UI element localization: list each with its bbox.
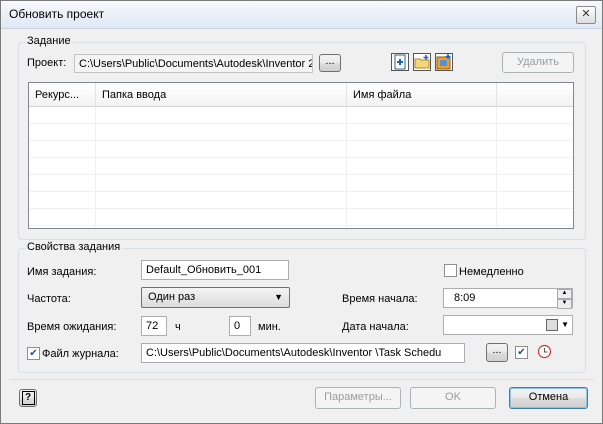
table-row[interactable] bbox=[29, 107, 573, 124]
update-project-dialog: Обновить проект ✕ Задание Проект: C:\Use… bbox=[0, 0, 603, 424]
immediately-label: Немедленно bbox=[459, 266, 524, 278]
help-button[interactable]: ? bbox=[19, 389, 37, 407]
add-project-icon[interactable] bbox=[435, 53, 453, 71]
column-header-empty bbox=[497, 83, 573, 107]
wait-hours-input[interactable]: 72 bbox=[141, 316, 167, 336]
frequency-label: Частота: bbox=[27, 293, 71, 305]
start-time-spinner[interactable]: ▲ ▼ bbox=[557, 289, 572, 309]
table-row[interactable] bbox=[29, 175, 573, 192]
calendar-icon[interactable] bbox=[546, 319, 558, 331]
files-table[interactable]: Рекурс... Папка ввода Имя файла bbox=[28, 82, 574, 229]
log-file-checkbox[interactable]: ✔ bbox=[27, 347, 40, 360]
hours-unit-label: ч bbox=[175, 321, 181, 333]
task-properties-legend: Свойства задания bbox=[25, 241, 123, 253]
table-row[interactable] bbox=[29, 192, 573, 209]
chevron-down-icon[interactable]: ▼ bbox=[561, 316, 569, 334]
project-field[interactable]: C:\Users\Public\Documents\Autodesk\Inven… bbox=[74, 54, 313, 73]
delete-button[interactable]: Удалить bbox=[502, 52, 574, 73]
close-button[interactable]: ✕ bbox=[576, 6, 596, 24]
wait-time-label: Время ожидания: bbox=[27, 321, 117, 333]
column-header-file-name[interactable]: Имя файла bbox=[347, 83, 497, 107]
footer-separator bbox=[9, 379, 594, 380]
start-time-value: 8:09 bbox=[454, 292, 476, 304]
wait-minutes-input[interactable]: 0 bbox=[229, 316, 251, 336]
table-row[interactable] bbox=[29, 124, 573, 141]
log-file-input[interactable]: C:\Users\Public\Documents\Autodesk\Inven… bbox=[141, 343, 465, 363]
parameters-button[interactable]: Параметры... bbox=[315, 387, 401, 409]
frequency-value: Один раз bbox=[148, 291, 196, 303]
log-browse-button[interactable]: ... bbox=[486, 343, 508, 362]
window-title: Обновить проект bbox=[9, 7, 105, 21]
spin-up-icon[interactable]: ▲ bbox=[557, 289, 572, 299]
immediately-checkbox[interactable] bbox=[444, 264, 457, 277]
task-name-input[interactable]: Default_Обновить_001 bbox=[141, 260, 289, 280]
ok-button[interactable]: OK bbox=[410, 387, 496, 409]
title-bar: Обновить проект ✕ bbox=[1, 1, 602, 29]
clock-icon bbox=[537, 344, 552, 362]
cancel-button[interactable]: Отмена bbox=[509, 387, 588, 409]
project-label: Проект: bbox=[27, 57, 67, 69]
spin-down-icon[interactable]: ▼ bbox=[557, 299, 572, 309]
table-row[interactable] bbox=[29, 141, 573, 158]
start-date-input[interactable]: ▼ bbox=[443, 315, 573, 335]
column-header-input-folder[interactable]: Папка ввода bbox=[96, 83, 347, 107]
table-row[interactable] bbox=[29, 209, 573, 226]
start-time-input[interactable]: 8:09 bbox=[443, 288, 573, 308]
task-name-label: Имя задания: bbox=[27, 266, 97, 278]
minutes-unit-label: мин. bbox=[258, 321, 281, 333]
new-file-icon[interactable] bbox=[391, 53, 409, 71]
help-icon: ? bbox=[21, 391, 35, 405]
project-browse-button[interactable]: ... bbox=[319, 54, 341, 72]
table-row[interactable] bbox=[29, 158, 573, 175]
log-file-label: Файл журнала: bbox=[42, 348, 119, 360]
start-time-label: Время начала: bbox=[342, 293, 418, 305]
task-legend: Задание bbox=[25, 35, 73, 47]
frequency-select[interactable]: Один раз ▼ bbox=[141, 287, 290, 308]
column-header-recursive[interactable]: Рекурс... bbox=[29, 83, 96, 107]
start-date-label: Дата начала: bbox=[342, 321, 409, 333]
log-enabled-checkbox[interactable]: ✔ bbox=[515, 346, 528, 359]
add-folder-icon[interactable] bbox=[413, 53, 431, 71]
chevron-down-icon: ▼ bbox=[274, 292, 283, 302]
